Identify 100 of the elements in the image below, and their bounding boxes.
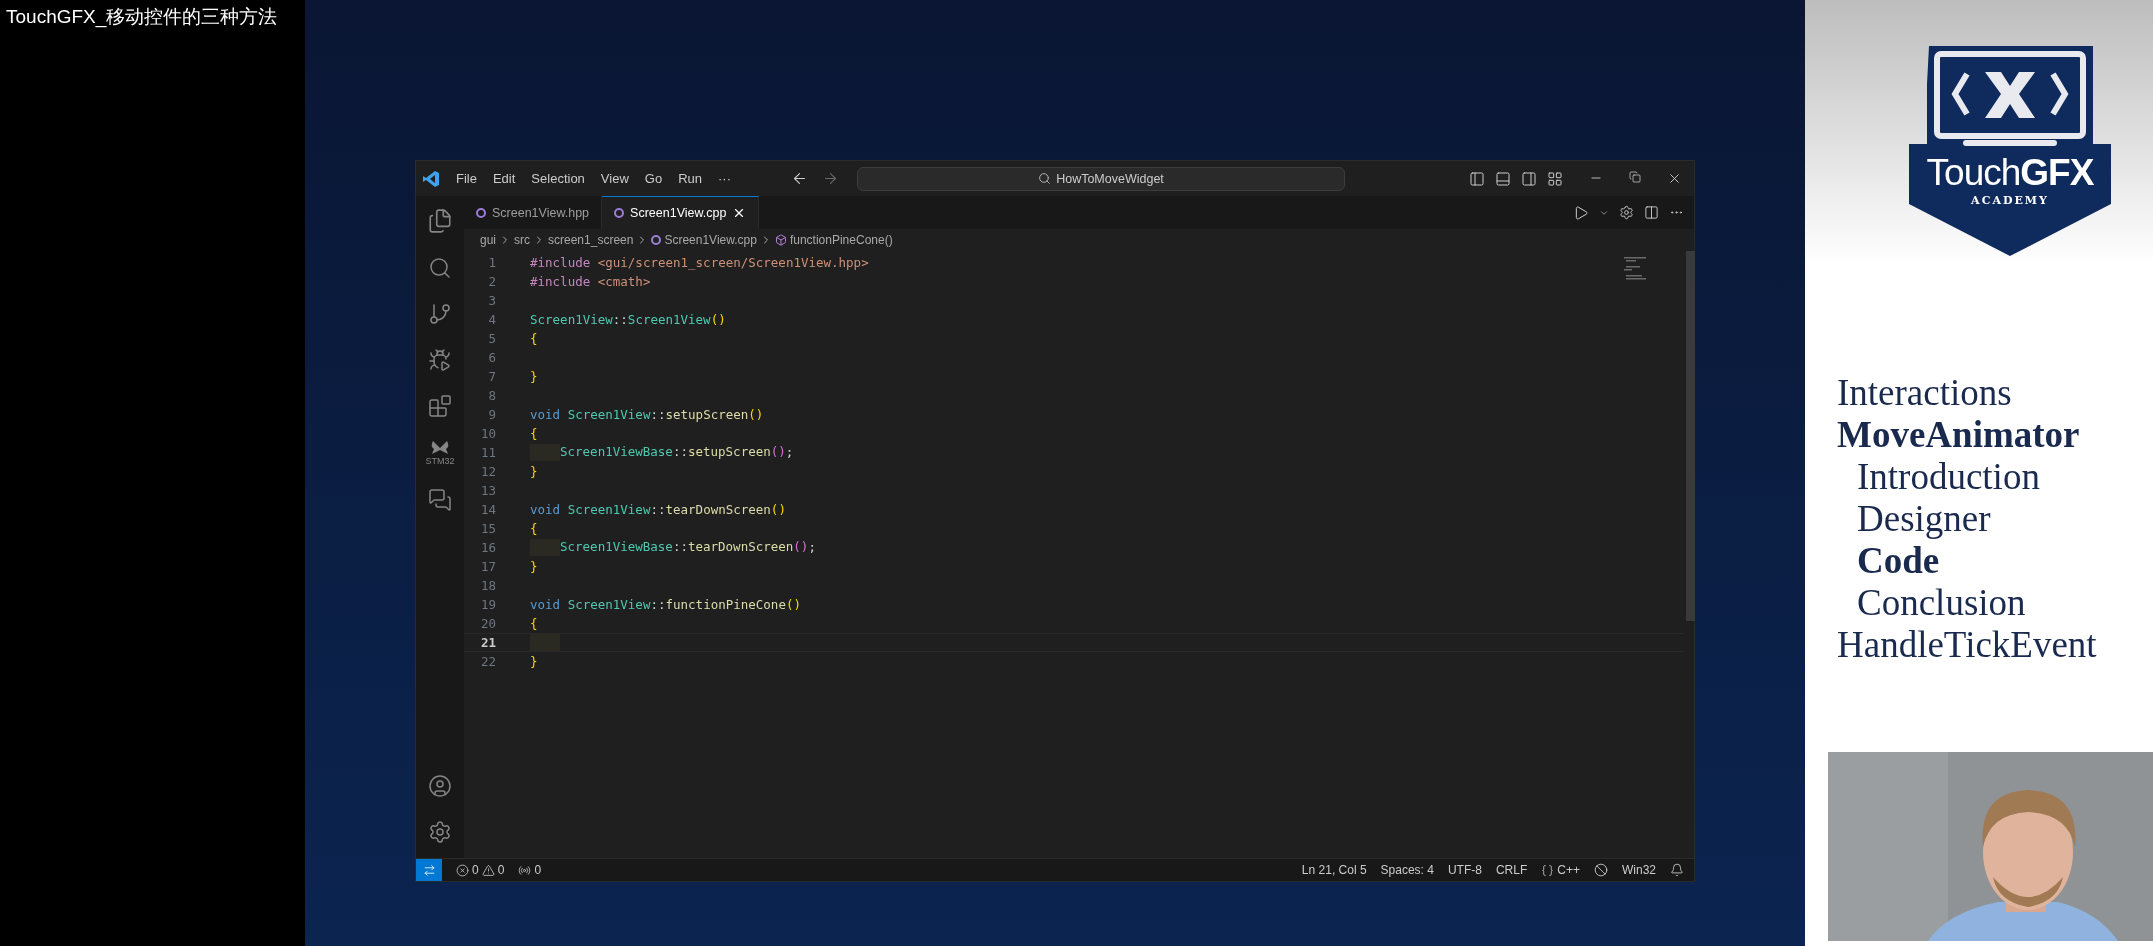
code-token: Screen1View [627, 312, 711, 327]
code-token: } [530, 654, 538, 669]
settings-icon[interactable] [1619, 205, 1634, 220]
menu-item[interactable]: ··· [712, 168, 737, 189]
code-token: { [530, 331, 538, 346]
close-icon[interactable] [1667, 171, 1682, 186]
butterfly-icon[interactable] [430, 440, 450, 456]
warning-count[interactable]: 0 [497, 863, 505, 877]
run-icon[interactable] [1573, 204, 1589, 221]
code-token: () [770, 502, 786, 517]
line-number: 22 [479, 654, 496, 669]
back-arrow-icon[interactable] [791, 170, 808, 187]
panel-right-icon[interactable] [1521, 170, 1537, 187]
branch-icon[interactable] [428, 302, 452, 326]
restore-icon[interactable] [1629, 171, 1641, 183]
scrollbar[interactable] [1686, 251, 1695, 621]
warning-icon[interactable] [481, 863, 495, 877]
file-icon [476, 208, 486, 218]
cursor-position[interactable]: Ln 21, Col 5 [1301, 863, 1367, 877]
line-number: 13 [479, 483, 496, 498]
code-token: <gui/screen1_screen/Screen1View.hpp> [596, 255, 869, 270]
code-token: } [530, 559, 538, 574]
line-number: 17 [479, 559, 496, 574]
menu-item[interactable]: Edit [486, 168, 522, 189]
menu-item[interactable]: Go [638, 168, 669, 189]
code-token: :: [672, 539, 688, 556]
code-token: () [710, 312, 726, 327]
code-token: ; [785, 444, 794, 461]
code-token: } [530, 369, 538, 384]
code-token: tearDownScreen [687, 539, 794, 556]
activity-label: STM32 [425, 456, 455, 466]
line-number: 10 [479, 426, 496, 441]
search-icon[interactable] [428, 256, 452, 280]
settings-icon[interactable] [428, 820, 452, 844]
line-number: 11 [479, 445, 496, 460]
outline-item: Conclusion [1856, 582, 2026, 624]
account-icon[interactable] [428, 774, 452, 798]
code-token: Screen1View [567, 407, 651, 422]
error-icon[interactable] [456, 863, 469, 877]
extensions-icon[interactable] [428, 394, 452, 418]
code-token: } [530, 464, 538, 479]
line-number: 20 [479, 616, 496, 631]
panel-bottom-icon[interactable] [1495, 170, 1511, 187]
layout-icon[interactable] [1547, 170, 1563, 187]
breadcrumb-item[interactable]: gui [480, 233, 496, 247]
code-token: :: [650, 502, 666, 517]
search-field[interactable]: HowToMoveWidget [857, 166, 1345, 191]
panel-left-icon[interactable] [1469, 170, 1485, 187]
line-number: 16 [479, 540, 496, 555]
code-token: () [748, 407, 764, 422]
code-token: Screen1View [567, 502, 651, 517]
split-editor-icon[interactable] [1644, 205, 1659, 220]
menu-item[interactable]: Selection [525, 168, 591, 189]
line-number: 3 [487, 293, 496, 308]
code-token: Screen1View [530, 312, 613, 327]
code-token: { [530, 426, 538, 441]
files-icon[interactable] [427, 208, 453, 234]
code-token: tearDownScreen [665, 502, 771, 517]
outline-item: MoveAnimator [1837, 414, 2080, 456]
code-token: :: [672, 444, 688, 461]
braces-icon[interactable] [1541, 863, 1555, 877]
file-icon [614, 208, 625, 218]
breadcrumb-item[interactable]: functionPineCone() [789, 233, 893, 247]
code-token: :: [650, 597, 666, 612]
code-token: Screen1ViewBase [560, 539, 673, 556]
code-token: functionPineCone [665, 597, 786, 612]
search-icon[interactable] [1038, 172, 1052, 185]
remote-icon[interactable] [422, 863, 436, 877]
breadcrumb-item[interactable]: src [514, 233, 530, 247]
outline-item: Code [1856, 540, 1940, 582]
chat-icon[interactable] [428, 488, 452, 512]
editor-tab[interactable]: Screen1View.cpp [602, 196, 760, 229]
code-token: { [530, 616, 538, 631]
run-debug-icon[interactable] [428, 348, 452, 372]
line-number: 18 [479, 578, 496, 593]
breadcrumb-item[interactable]: Screen1View.cpp [664, 233, 757, 247]
code-token: { [530, 521, 538, 536]
outline-item: HandleTickEvent [1837, 624, 2097, 666]
encoding[interactable]: UTF-8 [1447, 863, 1482, 877]
breadcrumb-item[interactable]: screen1_screen [548, 233, 634, 247]
menu-item[interactable]: Run [672, 168, 708, 189]
line-number: 5 [487, 331, 496, 346]
platform[interactable]: Win32 [1622, 863, 1656, 877]
line-ending[interactable]: CRLF [1495, 863, 1528, 877]
language-mode[interactable]: C++ [1557, 863, 1580, 877]
code-token: #include [530, 255, 591, 270]
forward-arrow-icon[interactable] [822, 170, 839, 187]
line-number: 14 [479, 502, 496, 517]
indent-setting[interactable]: Spaces: 4 [1380, 863, 1434, 877]
menu-item[interactable]: File [450, 168, 483, 189]
logo-title: TouchGFX [1925, 152, 2095, 194]
code-token: Screen1ViewBase [560, 444, 673, 461]
crossed-circle-icon[interactable] [1594, 863, 1608, 877]
error-count[interactable]: 0 [472, 863, 479, 877]
line-number: 1 [487, 255, 496, 270]
menu-item[interactable]: View [594, 168, 635, 189]
line-number: 9 [487, 407, 496, 422]
port-count[interactable]: 0 [534, 863, 542, 877]
bell-icon[interactable] [1670, 863, 1684, 877]
antenna-icon[interactable] [518, 863, 532, 877]
